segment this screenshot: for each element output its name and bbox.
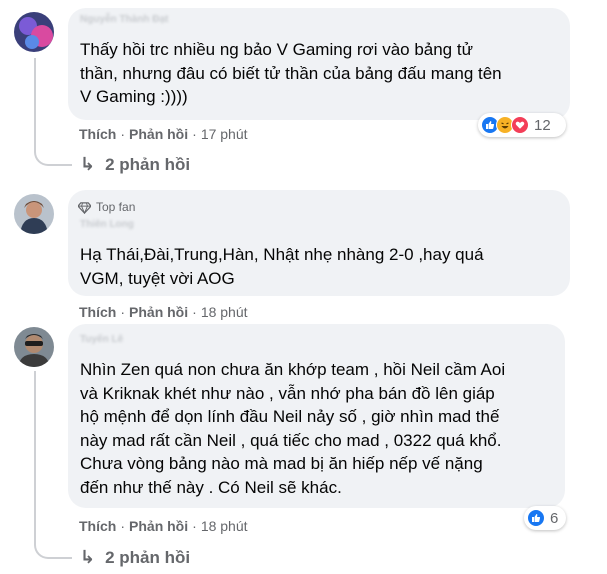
reaction-count: 12 [534,116,551,134]
separator-dot: · [120,518,126,534]
reply-link[interactable]: Phản hồi [129,304,188,320]
comment-author[interactable]: Nguyễn Thành Đạt [80,14,168,25]
diamond-icon [78,201,91,214]
view-replies-link[interactable]: ↳ 2 phản hồi [80,154,190,175]
thread-line [34,371,36,541]
comment-bubble: Tuyến Lê Nhìn Zen quá non chưa ăn khớp t… [68,324,565,508]
comment-text: Hạ Thái,Đài,Trung,Hàn, Nhật nhẹ nhàng 2-… [80,245,484,288]
avatar[interactable] [14,12,54,52]
top-fan-badge: Top fan [78,200,135,214]
thread-line [34,58,36,148]
comment-actions: Thích · Phản hồi · 18 phút [79,518,248,534]
reaction-summary[interactable]: 6 [524,506,566,530]
reply-link[interactable]: Phản hồi [129,518,188,534]
comment-actions: Thích · Phản hồi · 18 phút [79,304,248,320]
timestamp[interactable]: 17 phút [201,126,248,142]
avatar[interactable] [14,194,54,234]
thread-curve [34,539,72,559]
replies-count-label: 2 phản hồi [105,154,191,174]
like-link[interactable]: Thích [79,304,116,320]
reaction-summary[interactable]: 12 [478,113,566,137]
comment-author[interactable]: Tuyến Lê [80,334,123,345]
comment-bubble: Top fan Thiên Long Hạ Thái,Đài,Trung,Hàn… [68,190,570,296]
like-link[interactable]: Thích [79,518,116,534]
like-link[interactable]: Thích [79,126,116,142]
like-icon [527,509,545,527]
thread-curve [34,146,72,166]
separator-dot: · [192,518,197,534]
separator-dot: · [192,126,197,142]
comment-author[interactable]: Thiên Long [80,219,134,230]
comment-bubble: Nguyễn Thành Đạt Thấy hồi trc nhiều ng b… [68,8,570,120]
comment-text: Nhìn Zen quá non chưa ăn khớp team , hồi… [80,360,506,497]
view-replies-link[interactable]: ↳ 2 phản hồi [80,547,190,568]
timestamp[interactable]: 18 phút [201,304,248,320]
reply-link[interactable]: Phản hồi [129,126,188,142]
separator-dot: · [192,304,197,320]
reply-arrow-icon: ↳ [80,154,96,174]
separator-dot: · [120,304,126,320]
avatar[interactable] [14,327,54,367]
comment-text: Thấy hồi trc nhiều ng bảo V Gaming rơi v… [80,40,502,106]
separator-dot: · [120,126,126,142]
reply-arrow-icon: ↳ [80,547,96,567]
badge-label: Top fan [96,200,136,214]
love-icon [511,116,529,134]
timestamp[interactable]: 18 phút [201,518,248,534]
comment-actions: Thích · Phản hồi · 17 phút [79,126,248,142]
replies-count-label: 2 phản hồi [105,547,191,567]
reaction-count: 6 [550,509,559,527]
